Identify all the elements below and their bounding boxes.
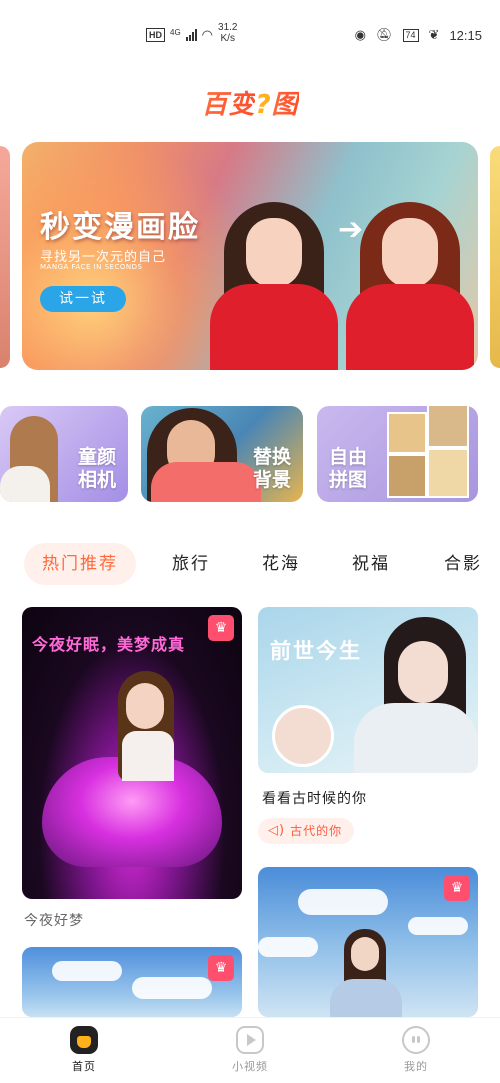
feature-tile-label: 童颜 相机 (77, 446, 116, 491)
cloud-shape (258, 937, 318, 957)
feature-tile-collage[interactable]: 自由 拼图 (317, 406, 478, 502)
nav-short-video[interactable]: 小视频 (210, 1026, 290, 1074)
collage-grid (387, 406, 469, 498)
nav-label: 小视频 (232, 1060, 268, 1073)
tab-group-photo[interactable]: 合影 (444, 543, 482, 585)
arrow-right-icon: ➔ (338, 212, 364, 247)
cloud-shape (408, 917, 468, 935)
logo-text-1: 百变 (201, 90, 256, 120)
tab-hot[interactable]: 热门推荐 (24, 543, 136, 585)
feature-tile-label: 替换 背景 (252, 446, 291, 491)
crown-icon: ♛ (208, 615, 234, 641)
network-type: 4G (170, 27, 181, 37)
smiley-profile-icon (402, 1026, 430, 1054)
banner-next-peek[interactable] (490, 146, 500, 368)
home-icon (70, 1026, 98, 1054)
crown-icon: ♛ (208, 955, 234, 981)
template-card-past-life[interactable]: 前世今生 (258, 607, 478, 773)
app-logo: 百变?图 (0, 84, 500, 121)
tile-photo-body (151, 462, 261, 502)
card-person-face (126, 683, 164, 729)
status-bar: HD 4G ◠ 31.2 K/s ◉ 🔕︎ 74 ❦ 12:15 (0, 0, 500, 62)
category-tabs: 热门推荐 旅行 花海 祝福 合影 (0, 543, 500, 585)
logo-text-2: 图 (271, 90, 299, 120)
feature-tile-label: 自由 拼图 (329, 446, 368, 491)
tab-flowers[interactable]: 花海 (262, 543, 300, 585)
card-title: 今夜好眠，美梦成真 (32, 635, 186, 654)
mute-bell-icon: 🔕︎ (376, 27, 393, 42)
avatar (272, 705, 334, 767)
wifi-icon: ◠ (201, 27, 214, 42)
template-card-sky[interactable]: ♛ (258, 867, 478, 1017)
card-person-face (398, 641, 448, 703)
eye-icon: ◉ (354, 27, 367, 42)
leaf-icon: ❦ (428, 27, 440, 42)
tile-photo-body (0, 466, 50, 502)
card-caption: 今夜好梦 (24, 913, 84, 929)
try-button[interactable]: 试一试 (40, 286, 126, 312)
logo-q: ? (255, 90, 272, 120)
card-person-body (122, 731, 174, 781)
cloud-shape (132, 977, 212, 999)
feature-tiles: 童颜 相机 替换 背景 自由 拼图 (0, 406, 500, 502)
battery-icon: 74 (402, 28, 419, 42)
speaker-icon: ◁) (268, 823, 286, 838)
banner-subtitle-en: MANGA FACE IN SECONDS (40, 263, 143, 271)
play-video-icon (236, 1026, 264, 1054)
banner-prev-peek[interactable] (0, 146, 10, 368)
card-tag[interactable]: ◁) 古代的你 (258, 818, 355, 844)
cloud-shape (298, 889, 388, 915)
nav-label: 我的 (404, 1060, 428, 1073)
status-left: HD 4G ◠ 31.2 K/s (146, 22, 237, 44)
card-person-face (351, 937, 379, 971)
crown-icon: ♛ (444, 875, 470, 901)
card-person-body (354, 703, 478, 773)
card-caption: 看看古时候的你 (262, 791, 367, 807)
tab-travel[interactable]: 旅行 (172, 543, 210, 585)
template-card-sky-2[interactable]: ♛ (22, 947, 242, 1017)
promo-banner[interactable]: ➔ 秒变漫画脸 寻找另一次元的自己 MANGA FACE IN SECONDS … (22, 142, 478, 370)
card-title: 前世今生 (270, 639, 362, 663)
nav-label: 首页 (72, 1060, 96, 1073)
nav-home[interactable]: 首页 (44, 1026, 124, 1074)
signal-icon (185, 29, 197, 41)
tab-blessing[interactable]: 祝福 (352, 543, 390, 585)
clock-time: 12:15 (449, 27, 482, 43)
hd-badge: HD (146, 28, 165, 42)
network-speed: 31.2 K/s (218, 22, 237, 44)
nav-me[interactable]: 我的 (376, 1026, 456, 1074)
card-person-body (330, 979, 402, 1017)
banner-title: 秒变漫画脸 (40, 210, 200, 245)
feature-tile-replace-bg[interactable]: 替换 背景 (141, 406, 303, 502)
speed-unit: K/s (220, 33, 235, 44)
cloud-shape (52, 961, 122, 981)
banner-photo-person (210, 174, 338, 370)
bottom-nav: 首页 小视频 我的 (0, 1017, 500, 1083)
banner-manga-person (346, 174, 474, 370)
status-right: ◉ 🔕︎ 74 ❦ 12:15 (355, 27, 482, 43)
template-card-sweet-dreams[interactable]: 今夜好眠，美梦成真 ♛ (22, 607, 242, 899)
feature-tile-kid-face[interactable]: 童颜 相机 (0, 406, 128, 502)
speed-value: 31.2 (218, 22, 238, 33)
card-tag-label: 古代的你 (290, 824, 343, 838)
